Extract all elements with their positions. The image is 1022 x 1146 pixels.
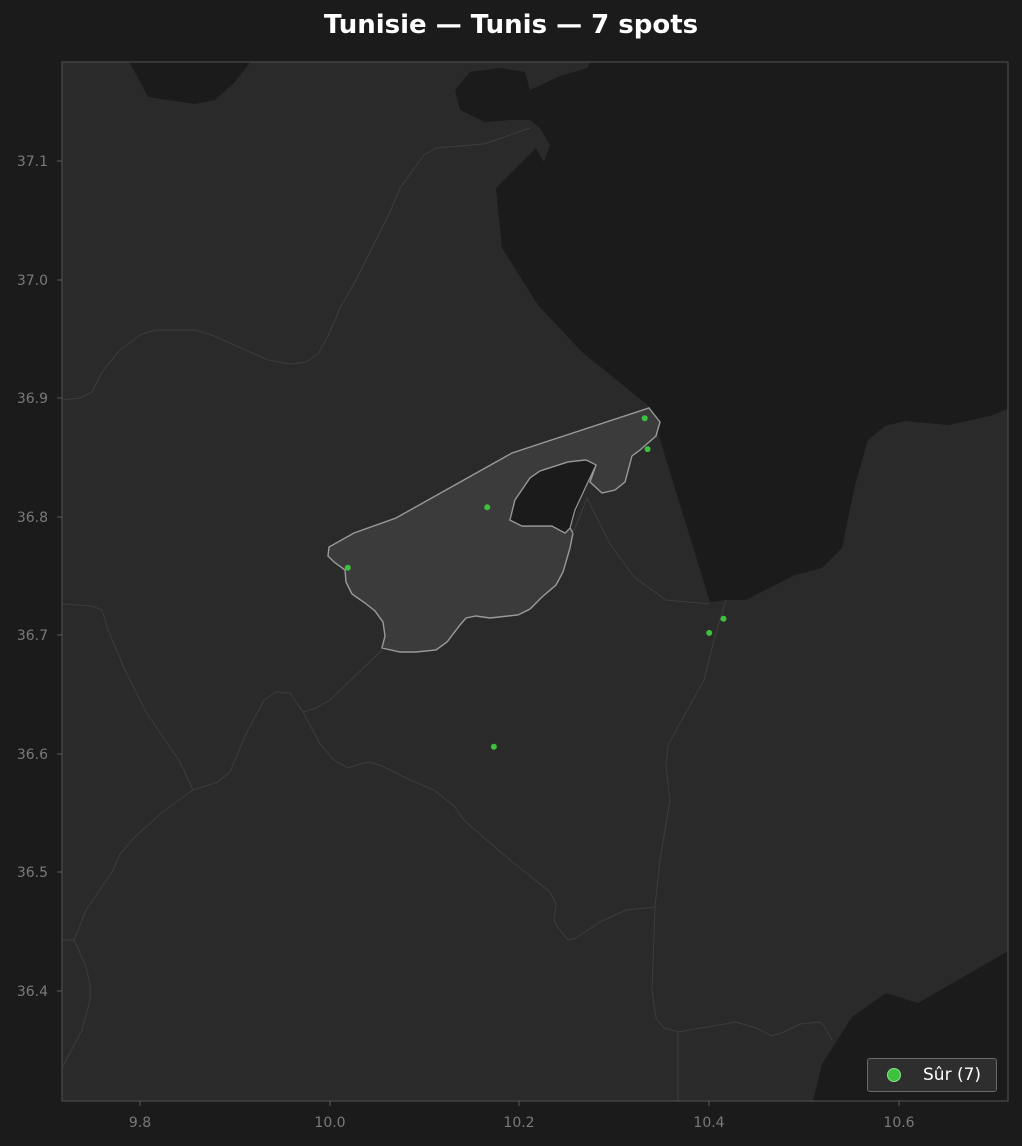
spot-marker: [484, 504, 491, 511]
y-tick-label: 36.4: [17, 984, 48, 1000]
spot-marker: [720, 615, 727, 622]
y-tick-label: 36.9: [17, 391, 48, 407]
map-plot-area: [62, 62, 1008, 1101]
x-tick-label: 10.6: [883, 1115, 914, 1131]
map-legend: Sûr (7): [867, 1058, 997, 1092]
map-canvas: 9.8 10.0 10.2 10.4 10.6 37.1 37.0 36.9 3…: [17, 61, 1009, 1131]
spot-marker: [641, 415, 648, 422]
legend-label: Sûr (7): [923, 1065, 982, 1085]
y-tick-label: 37.1: [17, 154, 48, 170]
map-figure: Tunisie — Tunis — 7 spots 9.8 10.0 10.2 …: [0, 0, 1022, 1146]
spot-marker: [706, 629, 713, 636]
x-tick-label: 10.4: [693, 1115, 724, 1131]
x-tick-label: 10.0: [314, 1115, 345, 1131]
legend-spot-marker-icon: [887, 1068, 901, 1082]
y-tick-label: 36.8: [17, 510, 48, 526]
x-axis: 9.8 10.0 10.2 10.4 10.6: [129, 1101, 915, 1131]
spot-marker: [644, 446, 651, 453]
x-tick-label: 10.2: [503, 1115, 534, 1131]
spot-marker: [344, 564, 351, 571]
y-tick-label: 36.5: [17, 865, 48, 881]
y-tick-label: 36.7: [17, 628, 48, 644]
x-tick-label: 9.8: [129, 1115, 151, 1131]
spot-marker: [490, 743, 497, 750]
y-tick-label: 37.0: [17, 273, 48, 289]
y-axis: 37.1 37.0 36.9 36.8 36.7 36.6 36.5 36.4: [17, 154, 62, 1000]
y-tick-label: 36.6: [17, 747, 48, 763]
